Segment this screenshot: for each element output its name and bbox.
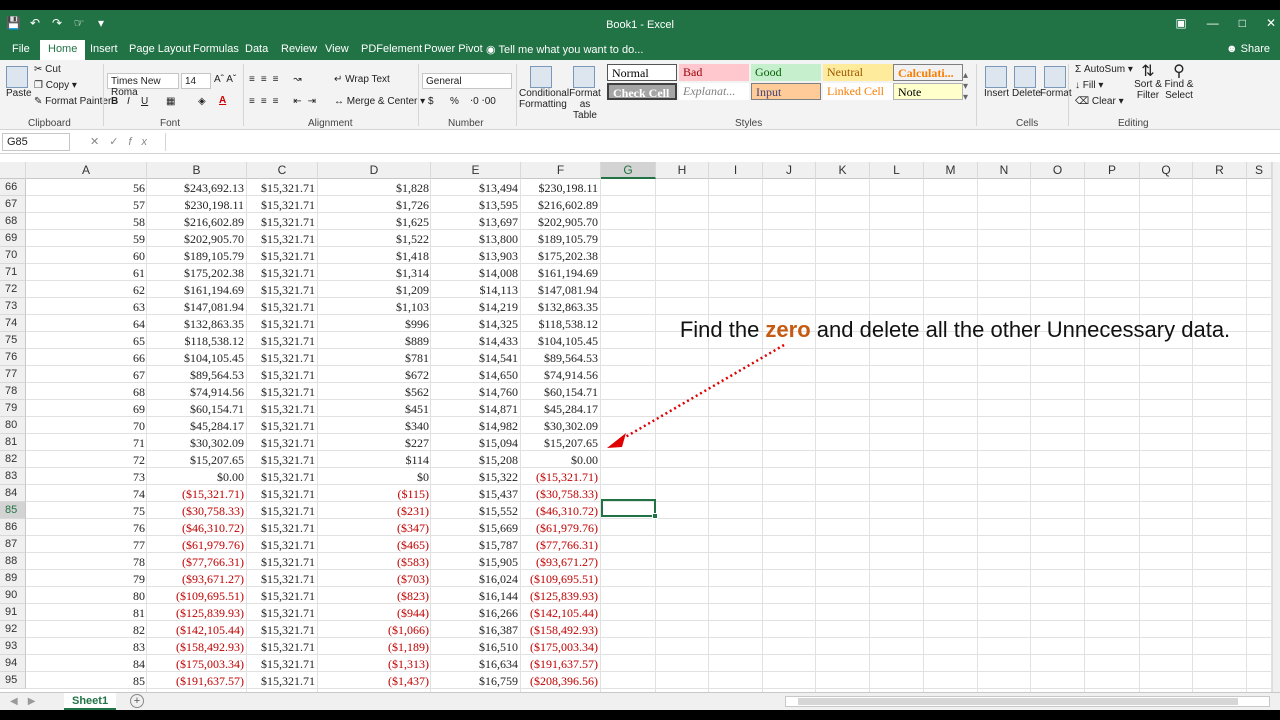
arrow-line — [621, 343, 785, 441]
add-sheet-icon[interactable]: + — [130, 694, 144, 708]
excel-window: 💾 ↶ ↷ ☞ ▾ Book1 - Excel ▣ — □ ✕ File Hom… — [0, 10, 1280, 710]
annotation-arrow — [607, 343, 785, 448]
vertical-scrollbar[interactable] — [1272, 162, 1280, 692]
horizontal-scrollbar[interactable] — [785, 696, 1270, 707]
horizontal-scroll-thumb[interactable] — [798, 698, 1238, 705]
arrow-head — [607, 433, 626, 448]
sheet-bar: ◀▶ Sheet1 + — [0, 692, 1280, 710]
sheet-tab-sheet1[interactable]: Sheet1 — [64, 693, 117, 710]
sheet-nav-icons[interactable]: ◀▶ — [10, 696, 45, 707]
